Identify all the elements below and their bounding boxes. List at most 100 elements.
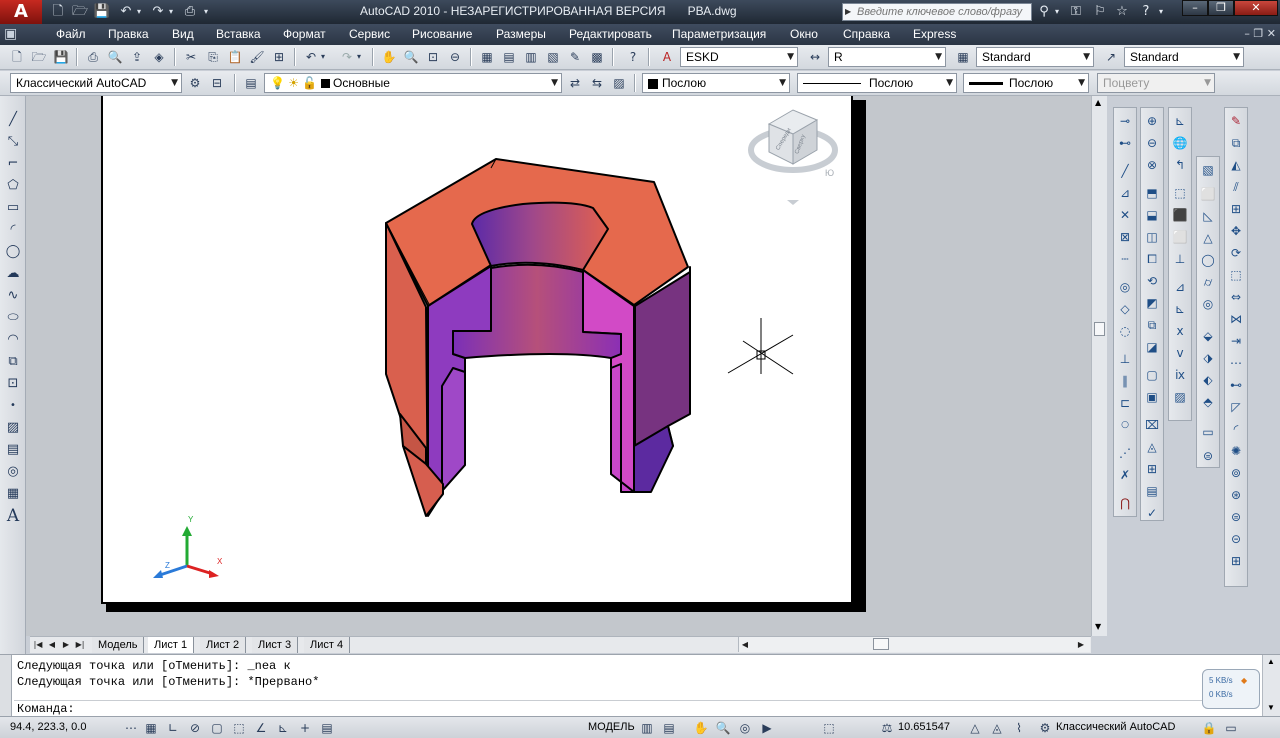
next-tab-icon[interactable]: ▶ [60, 638, 72, 652]
snap-midpoint-icon[interactable]: ⊿ [1116, 184, 1134, 202]
polysolid-icon[interactable]: ▧ [1199, 161, 1217, 179]
tab-layout-1[interactable]: Лист 1 [148, 637, 195, 653]
snap-nearest-icon[interactable]: ⋰ [1116, 444, 1134, 462]
ucs-world-icon[interactable]: 🌐 [1171, 134, 1189, 152]
offset-faces-icon[interactable]: ◫ [1143, 228, 1161, 246]
model-space-toggle[interactable]: МОДЕЛЬ [588, 721, 635, 733]
undo-dropdown-icon[interactable]: ▾ [134, 3, 144, 21]
snap-intersection-icon[interactable]: ✕ [1116, 206, 1134, 224]
menu-draw[interactable]: Рисование [412, 27, 472, 41]
join-icon[interactable]: ⊷ [1227, 376, 1245, 394]
ucs-previous-icon[interactable]: ↰ [1171, 156, 1189, 174]
menu-file[interactable]: Файл [56, 27, 86, 41]
binoculars-icon[interactable]: ⚲ [1034, 3, 1054, 21]
command-scrollbar[interactable]: ▲ ▼ [1262, 655, 1280, 717]
rectangle-icon[interactable]: ▭ [3, 198, 23, 218]
copy-faces-icon[interactable]: ⧉ [1143, 316, 1161, 334]
dynamic-ucs-icon[interactable]: ⊾ [274, 719, 292, 737]
tab-model[interactable]: Модель [92, 637, 145, 653]
close-button[interactable]: ✕ [1234, 0, 1278, 16]
copy-icon[interactable]: ⎘ [204, 48, 222, 66]
tab-layout-2[interactable]: Лист 2 [200, 637, 247, 653]
3d-osnap-icon[interactable]: ⬚ [230, 719, 248, 737]
stretch-icon[interactable]: ⇔ [1227, 288, 1245, 306]
subscription-key-icon[interactable]: ⚿ [1066, 3, 1086, 21]
3d-align-icon[interactable]: ⊜ [1227, 508, 1245, 526]
chamfer-icon[interactable]: ◸ [1227, 398, 1245, 416]
layer-states-icon[interactable]: ▨ [610, 74, 628, 92]
arc-icon[interactable]: ◜ [3, 220, 23, 240]
extrude-icon[interactable]: ⬙ [1199, 327, 1217, 345]
ortho-mode-icon[interactable]: ∟ [164, 719, 182, 737]
scroll-up-icon[interactable]: ▲ [1267, 657, 1275, 666]
sweep-icon[interactable]: ⬖ [1199, 371, 1217, 389]
revision-cloud-icon[interactable]: ☁ [3, 264, 23, 284]
search-expand-icon[interactable]: ▶ [845, 7, 851, 16]
snap-center-icon[interactable]: ◎ [1116, 278, 1134, 296]
box-icon[interactable]: ⬜ [1199, 185, 1217, 203]
text-style-select[interactable]: ESKD ▼ [680, 47, 798, 67]
new-file-icon[interactable]: 🗋 [48, 3, 68, 21]
mleader-style-icon[interactable]: ↗ [1102, 48, 1120, 66]
ucs-face-icon[interactable]: ⬚ [1171, 184, 1189, 202]
insert-block-icon[interactable]: ⧉ [3, 352, 23, 372]
save-icon[interactable]: 💾 [92, 3, 112, 21]
drawing-area[interactable]: Спереди Сверху Ю Y Z X [26, 96, 1091, 636]
ucs-y-icon[interactable]: ⅴ [1171, 344, 1189, 362]
steeringwheel-icon[interactable]: ◎ [736, 719, 754, 737]
plotstyle-select[interactable]: Поцвету ▼ [1097, 73, 1215, 93]
ucs-apply-icon[interactable]: ▨ [1171, 388, 1189, 406]
drawing-viewport[interactable]: Спереди Сверху Ю Y Z X [103, 96, 855, 604]
copy-object-icon[interactable]: ⧉ [1227, 134, 1245, 152]
menu-help[interactable]: Справка [843, 27, 890, 41]
annotation-scale-icon[interactable]: ⚖ [878, 719, 896, 737]
paste-icon[interactable]: 📋 [226, 48, 244, 66]
ucs-3point-icon[interactable]: ⊾ [1171, 300, 1189, 318]
undo-icon[interactable]: ↶ [116, 3, 136, 21]
sphere-icon[interactable]: ◯ [1199, 251, 1217, 269]
object-snap-tracking-icon[interactable]: ∠ [252, 719, 270, 737]
plot-icon[interactable]: ⎙ [84, 48, 102, 66]
planar-surface-icon[interactable]: ▭ [1199, 423, 1217, 441]
copy-edges-icon[interactable]: ▢ [1143, 366, 1161, 384]
layer-previous-icon[interactable]: ⇆ [588, 74, 606, 92]
open-file-icon[interactable]: 🗁 [70, 3, 90, 21]
plot-preview-icon[interactable]: 🔍 [106, 48, 124, 66]
ucs-origin-icon[interactable]: ⊥ [1171, 250, 1189, 268]
grid-display-icon[interactable]: ▦ [142, 719, 160, 737]
menu-modify[interactable]: Редактировать [569, 27, 652, 41]
pan-icon[interactable]: ✋ [380, 48, 398, 66]
snap-quadrant-icon[interactable]: ◇ [1116, 300, 1134, 318]
auto-scale-icon[interactable]: ◬ [988, 719, 1006, 737]
design-center-icon[interactable]: ▤ [500, 48, 518, 66]
help-icon[interactable]: ? [624, 48, 642, 66]
clean-screen-icon[interactable]: ▭ [1222, 719, 1240, 737]
color-select[interactable]: Послою ▼ [642, 73, 790, 93]
annotation-scale-value[interactable]: 10.651547 [898, 721, 950, 733]
menu-view[interactable]: Вид [172, 27, 194, 41]
text-style-icon[interactable]: A [658, 48, 676, 66]
markup-icon[interactable]: ✎ [566, 48, 584, 66]
lock-ui-icon[interactable]: 🔒 [1200, 719, 1218, 737]
drawing-vertical-scrollbar[interactable]: ▲ ▼ [1091, 96, 1107, 636]
layer-properties-icon[interactable]: ▤ [242, 74, 260, 92]
snap-from-icon[interactable]: ⊷ [1116, 134, 1134, 152]
undo-dropdown-icon[interactable]: ▾ [318, 48, 328, 66]
communication-center-icon[interactable]: ⚐ [1090, 3, 1110, 21]
clean-icon[interactable]: ◬ [1143, 438, 1161, 456]
polygon-icon[interactable]: ⬠ [3, 176, 23, 196]
color-edges-icon[interactable]: ▣ [1143, 388, 1161, 406]
table-icon[interactable]: ▦ [3, 484, 23, 504]
redo-icon[interactable]: ↷ [148, 3, 168, 21]
polyline-icon[interactable]: ⌐ [3, 154, 23, 174]
ucs-z-icon[interactable]: ⅸ [1171, 366, 1189, 384]
ucs-zaxis-icon[interactable]: ⊿ [1171, 278, 1189, 296]
object-snap-icon[interactable]: ▢ [208, 719, 226, 737]
save-icon[interactable]: 💾 [52, 48, 70, 66]
loft-icon[interactable]: ⬘ [1199, 393, 1217, 411]
properties-icon[interactable]: ▦ [478, 48, 496, 66]
ellipse-arc-icon[interactable]: ◠ [3, 330, 23, 350]
torus-icon[interactable]: ◎ [1199, 295, 1217, 313]
3d-rotate-icon[interactable]: ⊛ [1227, 486, 1245, 504]
erase-icon[interactable]: ✎ [1227, 112, 1245, 130]
